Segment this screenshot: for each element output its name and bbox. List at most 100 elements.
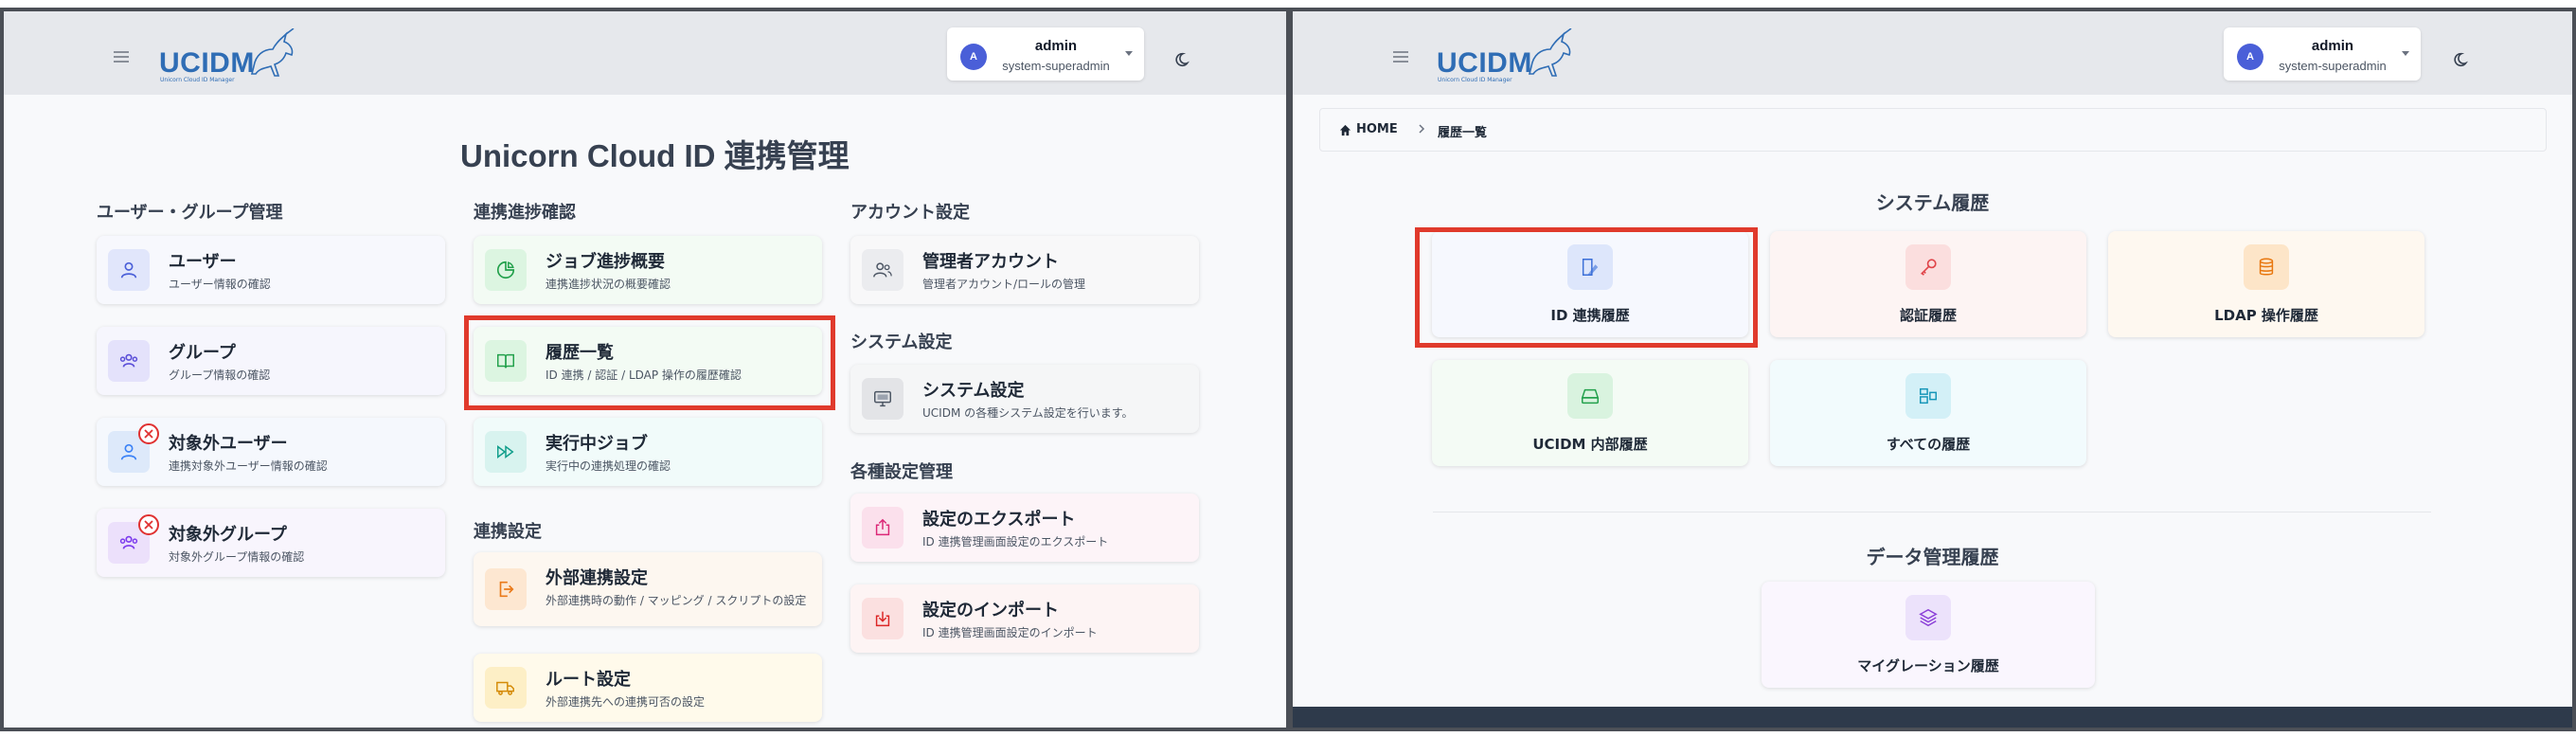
tile-label: 認証履歴 bbox=[1899, 307, 1957, 324]
admin-users-icon bbox=[862, 249, 903, 291]
avatar: A bbox=[2237, 44, 2263, 70]
id-link-icon bbox=[1567, 244, 1613, 290]
tile-label: マイグレーション履歴 bbox=[1857, 657, 1999, 674]
section-heading-system: システム設定 bbox=[850, 333, 953, 352]
card-description: 管理者アカウント/ロールの管理 bbox=[922, 278, 1086, 291]
import-icon bbox=[862, 598, 903, 639]
database-icon bbox=[2244, 244, 2289, 290]
moon-icon[interactable] bbox=[1175, 51, 1192, 68]
card-route-settings[interactable]: ルート設定 外部連携先への連携可否の設定 bbox=[474, 654, 822, 722]
breadcrumb-home[interactable]: HOME bbox=[1356, 122, 1398, 136]
card-excluded-users[interactable]: 対象外ユーザー 連携対象外ユーザー情報の確認 bbox=[97, 418, 445, 486]
card-job-progress[interactable]: ジョブ進捗概要 連携進捗状況の概要確認 bbox=[474, 236, 822, 304]
history-panel: UCIDM Unicorn Cloud ID Manager A admin s… bbox=[1290, 8, 2576, 731]
card-title: 設定のインポート bbox=[922, 601, 1059, 620]
card-title: ユーザー bbox=[169, 252, 237, 272]
card-history-list[interactable]: 履歴一覧 ID 連携 / 認証 / LDAP 操作の履歴確認 bbox=[474, 327, 822, 395]
tile-migration-history[interactable]: マイグレーション履歴 bbox=[1762, 582, 2095, 688]
card-settings-export[interactable]: 設定のエクスポート ID 連携管理画面設定のエクスポート bbox=[850, 494, 1199, 562]
dashboard-panel: UCIDM Unicorn Cloud ID Manager A admin s… bbox=[0, 8, 1290, 731]
card-description: ユーザー情報の確認 bbox=[169, 278, 271, 291]
card-settings-import[interactable]: 設定のインポート ID 連携管理画面設定のインポート bbox=[850, 584, 1199, 653]
logo-subtitle: Unicorn Cloud ID Manager bbox=[160, 77, 235, 83]
card-description: 外部連携時の動作 / マッピング / スクリプトの設定 bbox=[546, 594, 807, 607]
card-title: 履歴一覧 bbox=[546, 343, 614, 363]
book-icon bbox=[485, 340, 527, 382]
card-title: ジョブ進捗概要 bbox=[546, 252, 665, 272]
breadcrumb: HOME 履歴一覧 bbox=[1319, 108, 2547, 152]
layout-icon bbox=[1905, 373, 1951, 419]
section-heading-account: アカウント設定 bbox=[850, 203, 970, 223]
user-role: system-superadmin bbox=[2279, 59, 2387, 73]
card-description: ID 連携管理画面設定のインポート bbox=[922, 626, 1098, 639]
card-title: グループ bbox=[169, 343, 236, 363]
tile-internal-history[interactable]: UCIDM 内部履歴 bbox=[1432, 360, 1748, 466]
monitor-icon bbox=[862, 378, 903, 420]
card-groups[interactable]: グループ グループ情報の確認 bbox=[97, 327, 445, 395]
card-users[interactable]: ユーザー ユーザー情報の確認 bbox=[97, 236, 445, 304]
user-name: admin bbox=[1034, 38, 1078, 54]
card-title: 設定のエクスポート bbox=[922, 510, 1076, 530]
card-description: 連携対象外ユーザー情報の確認 bbox=[169, 459, 328, 473]
user-menu[interactable]: A admin system-superadmin bbox=[947, 27, 1144, 81]
card-description: 対象外グループ情報の確認 bbox=[169, 550, 305, 564]
group-icon bbox=[108, 340, 150, 382]
tile-auth-history[interactable]: 認証履歴 bbox=[1770, 231, 2086, 337]
card-title: ルート設定 bbox=[546, 670, 631, 690]
section-heading-link-settings: 連携設定 bbox=[474, 522, 542, 542]
card-system-settings[interactable]: システム設定 UCIDM の各種システム設定を行います。 bbox=[850, 365, 1199, 433]
logo-subtitle: Unicorn Cloud ID Manager bbox=[1438, 77, 1512, 83]
app-logo[interactable]: UCIDM Unicorn Cloud ID Manager bbox=[159, 28, 296, 83]
close-icon bbox=[138, 514, 159, 535]
unicorn-logo-icon bbox=[1528, 28, 1572, 77]
card-description: 連携進捗状況の概要確認 bbox=[546, 278, 671, 291]
drive-icon bbox=[1567, 373, 1613, 419]
menu-icon[interactable] bbox=[1393, 51, 1408, 63]
section-heading-system-history: システム履歴 bbox=[1875, 191, 1990, 214]
avatar: A bbox=[960, 44, 987, 70]
key-icon bbox=[1905, 244, 1951, 290]
external-link-icon bbox=[485, 568, 527, 610]
tile-label: LDAP 操作履歴 bbox=[2214, 307, 2318, 324]
section-heading-user-group: ユーザー・グループ管理 bbox=[97, 203, 283, 223]
tile-id-link-history[interactable]: ID 連携履歴 bbox=[1432, 231, 1748, 337]
section-heading-progress: 連携進捗確認 bbox=[474, 203, 576, 223]
card-admin-accounts[interactable]: 管理者アカウント 管理者アカウント/ロールの管理 bbox=[850, 236, 1199, 304]
section-heading-config-management: 各種設定管理 bbox=[850, 462, 953, 482]
app-header: UCIDM Unicorn Cloud ID Manager A admin s… bbox=[4, 11, 1286, 95]
chevron-down-icon bbox=[2402, 51, 2409, 56]
chevron-right-icon bbox=[1419, 124, 1425, 134]
close-icon bbox=[138, 423, 159, 444]
moon-icon[interactable] bbox=[2454, 51, 2471, 68]
card-running-jobs[interactable]: 実行中ジョブ 実行中の連携処理の確認 bbox=[474, 418, 822, 486]
user-role: system-superadmin bbox=[1002, 59, 1110, 73]
card-description: UCIDM の各種システム設定を行います。 bbox=[922, 406, 1134, 420]
card-description: 実行中の連携処理の確認 bbox=[546, 459, 671, 473]
user-icon bbox=[108, 249, 150, 291]
card-title: 対象外ユーザー bbox=[169, 434, 288, 454]
truck-icon bbox=[485, 667, 527, 709]
page-title: Unicorn Cloud ID 連携管理 bbox=[460, 138, 850, 173]
card-description: 外部連携先への連携可否の設定 bbox=[546, 695, 706, 709]
app-header: UCIDM Unicorn Cloud ID Manager A admin s… bbox=[1293, 11, 2572, 95]
user-menu[interactable]: A admin system-superadmin bbox=[2224, 27, 2421, 81]
menu-icon[interactable] bbox=[114, 51, 129, 63]
tile-all-history[interactable]: すべての履歴 bbox=[1770, 360, 2086, 466]
section-heading-data-history: データ管理履歴 bbox=[1866, 546, 1999, 568]
chevron-down-icon bbox=[1125, 51, 1133, 56]
pie-chart-icon bbox=[485, 249, 527, 291]
tile-ldap-history[interactable]: LDAP 操作履歴 bbox=[2108, 231, 2424, 337]
card-external-link-settings[interactable]: 外部連携設定 外部連携時の動作 / マッピング / スクリプトの設定 bbox=[474, 552, 822, 626]
logo-text: UCIDM bbox=[1437, 47, 1532, 79]
user-name: admin bbox=[2311, 38, 2354, 54]
card-description: ID 連携 / 認証 / LDAP 操作の履歴確認 bbox=[546, 368, 742, 382]
card-title: 管理者アカウント bbox=[922, 252, 1059, 272]
card-excluded-groups[interactable]: 対象外グループ 対象外グループ情報の確認 bbox=[97, 509, 445, 577]
app-logo[interactable]: UCIDM Unicorn Cloud ID Manager bbox=[1437, 28, 1574, 83]
footer-bar bbox=[1293, 707, 2572, 728]
card-title: 実行中ジョブ bbox=[546, 434, 648, 454]
layers-icon bbox=[1905, 595, 1951, 640]
tile-label: ID 連携履歴 bbox=[1550, 307, 1630, 324]
home-icon[interactable] bbox=[1339, 124, 1351, 136]
fast-forward-icon bbox=[485, 431, 527, 473]
